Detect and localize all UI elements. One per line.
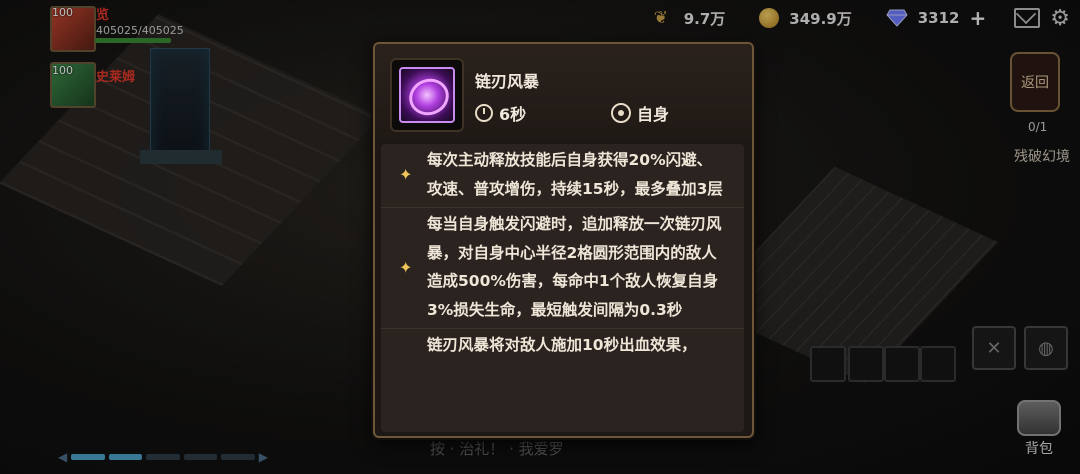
effect-text: 每当自身触发闪避时，追加释放一次链刃风暴，对自身中心半径2格圆形范围内的敌人造成… — [427, 215, 722, 319]
blade-storm-icon — [399, 67, 455, 123]
effect-text: 每次主动释放技能后自身获得20%闪避、攻速、普攻增伤，持续15秒，最多叠加3层 — [427, 151, 723, 198]
list-item: ✦ 每当自身触发闪避时，追加释放一次链刃风暴，对自身中心半径2格圆形范围内的敌人… — [381, 208, 744, 329]
effects-list[interactable]: ✦ 每次主动释放技能后自身获得20%闪避、攻速、普攻增伤，持续15秒，最多叠加3… — [381, 144, 744, 432]
skill-tooltip: 链刃风暴 6秒 自身 ✦ 每次主动释放技能后自身获得20%闪避、攻速、普攻增伤，… — [373, 42, 754, 438]
effect-text: 链刃风暴将对敌人施加10秒出血效果， — [427, 336, 697, 354]
tooltip-header: 链刃风暴 6秒 自身 — [375, 44, 752, 140]
list-item: ✦ 每次主动释放技能后自身获得20%闪避、攻速、普攻增伤，持续15秒，最多叠加3… — [381, 144, 744, 208]
target-value: 自身 — [637, 105, 670, 124]
skill-name: 链刃风暴 — [475, 72, 540, 91]
target-icon — [611, 103, 631, 123]
star-icon: ✦ — [399, 257, 413, 277]
cooldown: 6秒 — [475, 101, 526, 125]
clock-icon — [475, 104, 493, 122]
target-type: 自身 — [611, 101, 669, 125]
cooldown-value: 6秒 — [499, 105, 527, 124]
list-item: 链刃风暴将对敌人施加10秒出血效果， — [381, 329, 744, 364]
skill-icon-frame — [390, 58, 464, 132]
star-icon: ✦ — [399, 165, 413, 184]
